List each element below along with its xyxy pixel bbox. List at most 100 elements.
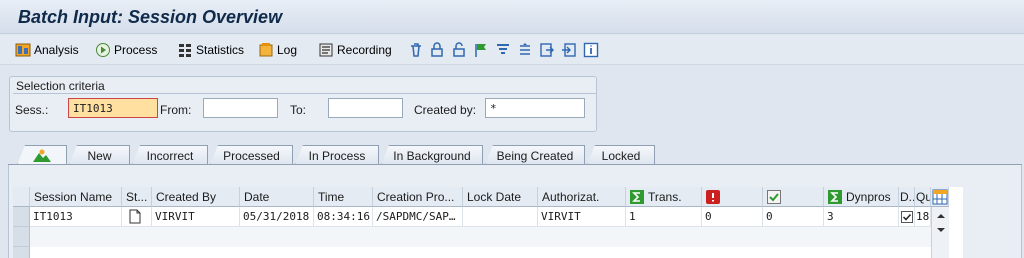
tab-in-background[interactable]: In Background: [381, 145, 483, 165]
col-status[interactable]: St...: [122, 187, 152, 207]
filter-icon[interactable]: [495, 42, 511, 58]
row-selector[interactable]: [13, 247, 30, 258]
empty-row: [30, 247, 931, 258]
tab-new[interactable]: New: [69, 145, 130, 165]
error-icon: [706, 189, 720, 204]
col-time-label: Time: [318, 189, 345, 204]
creation-program-cell[interactable]: /SAPDMC/SAP…: [373, 207, 463, 227]
col-qu-label: Qu: [916, 189, 931, 204]
row-selector[interactable]: [13, 227, 30, 247]
log-button[interactable]: Log: [258, 40, 297, 60]
col-session-name[interactable]: Session Name: [30, 187, 122, 207]
tab-in-process[interactable]: In Process: [295, 145, 379, 165]
scroll-up-icon[interactable]: [934, 211, 948, 221]
tab-locked-label: Locked: [601, 148, 641, 163]
analysis-button[interactable]: Analysis: [15, 40, 79, 60]
tab-incorrect[interactable]: Incorrect: [132, 145, 208, 165]
created-by-input[interactable]: *: [485, 98, 585, 118]
col-date[interactable]: Date: [240, 187, 314, 207]
tab-processed[interactable]: Processed: [210, 145, 293, 165]
created-by-label: Created by:: [414, 103, 477, 117]
select-all-corner[interactable]: [13, 187, 30, 207]
col-lock-date[interactable]: Lock Date: [463, 187, 538, 207]
tab-locked[interactable]: Locked: [587, 145, 655, 165]
tab-being-created[interactable]: Being Created: [485, 145, 585, 165]
col-dynpros[interactable]: Dynpros: [824, 187, 899, 207]
time-cell[interactable]: 08:34:16: [314, 207, 373, 227]
col-status-label: St...: [126, 189, 148, 204]
delete-icon[interactable]: [408, 42, 424, 58]
tab-all[interactable]: [17, 145, 67, 165]
recording-label: Recording: [337, 43, 392, 57]
processed-cell[interactable]: 0: [763, 207, 824, 227]
status-cell[interactable]: [122, 207, 152, 227]
tab-new-label: New: [87, 148, 112, 163]
process-label: Process: [114, 43, 158, 57]
errors-cell[interactable]: 0: [702, 207, 763, 227]
created-by-cell[interactable]: VIRVIT: [152, 207, 240, 227]
tab-incorrect-label: Incorrect: [146, 148, 194, 163]
title-bar: Batch Input: Session Overview: [0, 0, 1024, 34]
application-toolbar: Analysis Process Statistics Log Recordin…: [0, 35, 1024, 65]
to-date-input[interactable]: [328, 98, 403, 118]
col-errors[interactable]: [702, 187, 763, 207]
tab-in-background-label: In Background: [393, 148, 471, 163]
flag-icon[interactable]: [473, 42, 489, 58]
checkmark-icon: [767, 189, 781, 204]
statistics-label: Statistics: [196, 43, 245, 57]
selection-criteria-group: Selection criteria Sess.: IT1013 From: T…: [9, 76, 597, 132]
col-created-by[interactable]: Created By: [152, 187, 240, 207]
tab-in-process-label: In Process: [308, 148, 366, 163]
authorization-cell[interactable]: VIRVIT: [538, 207, 626, 227]
col-trans-label: Trans.: [648, 189, 682, 204]
export-icon[interactable]: [539, 42, 555, 58]
col-processed[interactable]: [763, 187, 824, 207]
row-selector[interactable]: [13, 207, 30, 227]
col-d[interactable]: D..: [899, 187, 915, 207]
page-title: Batch Input: Session Overview: [18, 7, 283, 27]
process-button[interactable]: Process: [95, 40, 157, 60]
col-authorization[interactable]: Authorizat.: [538, 187, 626, 207]
date-cell[interactable]: 05/31/2018: [240, 207, 314, 227]
trans-cell[interactable]: 1: [626, 207, 702, 227]
from-date-input[interactable]: [203, 98, 278, 118]
info-icon[interactable]: [583, 42, 599, 58]
all-sessions-icon: [33, 149, 51, 162]
col-authorization-label: Authorizat.: [542, 189, 600, 204]
analysis-icon: [15, 43, 31, 57]
col-trans[interactable]: Trans.: [626, 187, 702, 207]
lock-icon[interactable]: [429, 42, 445, 58]
unlock-icon[interactable]: [451, 42, 467, 58]
col-creation-program[interactable]: Creation Pro...: [373, 187, 463, 207]
empty-row: [30, 227, 931, 247]
to-label: To:: [290, 103, 307, 117]
vertical-scrollbar[interactable]: [931, 207, 949, 258]
session-label: Sess.:: [15, 103, 49, 117]
checkbox-checked-icon: [901, 211, 913, 223]
selection-criteria-title: Selection criteria: [13, 78, 597, 94]
session-input[interactable]: IT1013: [68, 98, 158, 118]
statistics-icon: [179, 44, 191, 57]
qu-cell[interactable]: 18: [915, 207, 931, 227]
sum-icon: [828, 189, 842, 204]
statistics-button[interactable]: Statistics: [177, 40, 244, 60]
dynpros-cell[interactable]: 3: [824, 207, 899, 227]
tab-processed-label: Processed: [223, 148, 280, 163]
col-qu[interactable]: Qu: [915, 187, 931, 207]
d-checkbox-cell[interactable]: [899, 207, 915, 227]
scroll-down-icon[interactable]: [934, 225, 948, 235]
grid-settings-icon: [932, 189, 948, 204]
recording-button[interactable]: Recording: [318, 40, 392, 60]
col-session-name-label: Session Name: [34, 189, 113, 204]
column-settings-button[interactable]: [931, 187, 949, 207]
import-icon[interactable]: [561, 42, 577, 58]
col-d-label: D..: [900, 189, 915, 204]
col-time[interactable]: Time: [314, 187, 373, 207]
session-name-cell[interactable]: IT1013: [30, 207, 122, 227]
sum-icon: [630, 189, 644, 204]
sort-icon[interactable]: [517, 42, 533, 58]
analysis-label: Analysis: [34, 43, 79, 57]
tab-being-created-label: Being Created: [496, 148, 574, 163]
lock-date-cell[interactable]: [463, 207, 538, 227]
col-date-label: Date: [244, 189, 270, 204]
